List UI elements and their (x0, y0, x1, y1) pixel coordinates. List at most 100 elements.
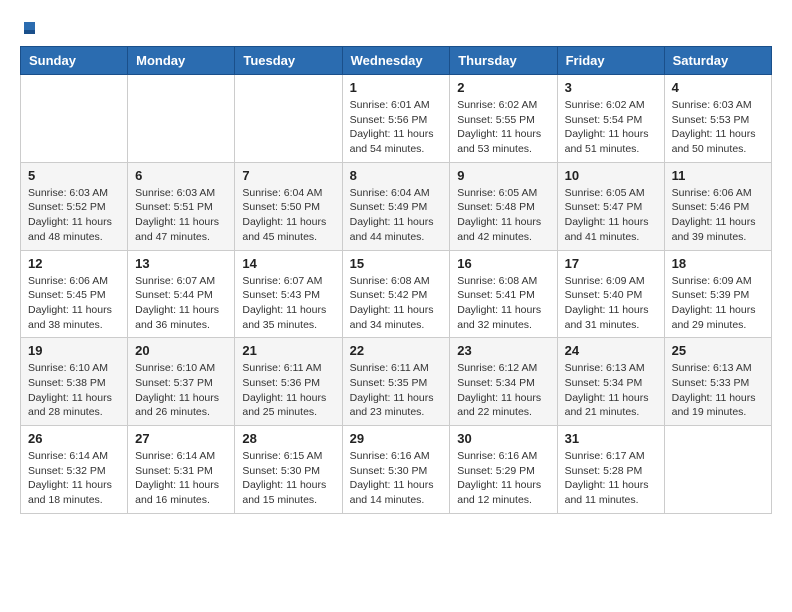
day-number: 30 (457, 431, 549, 446)
calendar-day-cell: 21Sunrise: 6:11 AM Sunset: 5:36 PM Dayli… (235, 338, 342, 426)
day-header-monday: Monday (128, 47, 235, 75)
day-number: 3 (565, 80, 657, 95)
day-info: Sunrise: 6:14 AM Sunset: 5:31 PM Dayligh… (135, 449, 227, 508)
day-number: 15 (350, 256, 443, 271)
day-info: Sunrise: 6:09 AM Sunset: 5:40 PM Dayligh… (565, 274, 657, 333)
day-number: 20 (135, 343, 227, 358)
day-number: 17 (565, 256, 657, 271)
day-info: Sunrise: 6:08 AM Sunset: 5:41 PM Dayligh… (457, 274, 549, 333)
day-number: 26 (28, 431, 120, 446)
day-header-thursday: Thursday (450, 47, 557, 75)
day-number: 6 (135, 168, 227, 183)
calendar-day-cell: 16 Sunrise: 6:08 AM Sunset: 5:41 PM Dayli… (450, 250, 557, 338)
day-info: Sunrise: 6:16 AM Sunset: 5:29 PM Dayligh… (457, 449, 549, 508)
day-number: 19 (28, 343, 120, 358)
day-number: 22 (350, 343, 443, 358)
page-header (20, 20, 772, 36)
calendar-week-row: 19 Sunrise: 6:10 AM Sunset: 5:38 PM Dayli… (21, 338, 772, 426)
day-info: Sunrise: 6:03 AM Sunset: 5:53 PM Dayligh… (672, 98, 764, 157)
calendar-day-cell: 26 Sunrise: 6:14 AM Sunset: 5:32 PM Dayli… (21, 426, 128, 514)
calendar-day-cell: 15 Sunrise: 6:08 AM Sunset: 5:42 PM Dayli… (342, 250, 450, 338)
day-info: Sunrise: 6:15 AM Sunset: 5:30 PM Dayligh… (242, 449, 334, 508)
day-info: Sunrise: 6:07 AM Sunset: 5:44 PM Dayligh… (135, 274, 227, 333)
calendar-day-cell (128, 75, 235, 163)
day-header-saturday: Saturday (664, 47, 771, 75)
calendar-day-cell: 29 Sunrise: 6:16 AM Sunset: 5:30 PM Dayli… (342, 426, 450, 514)
day-header-friday: Friday (557, 47, 664, 75)
calendar-day-cell: 14 Sunrise: 6:07 AM Sunset: 5:43 PM Dayli… (235, 250, 342, 338)
calendar-day-cell: 5 Sunrise: 6:03 AM Sunset: 5:52 PM Daylig… (21, 162, 128, 250)
day-number: 12 (28, 256, 120, 271)
calendar-table: SundayMondayTuesdayWednesdayThursdayFrid… (20, 46, 772, 514)
day-number: 8 (350, 168, 443, 183)
day-number: 16 (457, 256, 549, 271)
day-info: Sunrise: 6:06 AM Sunset: 5:46 PM Dayligh… (672, 186, 764, 245)
calendar-day-cell: 18Sunrise: 6:09 AM Sunset: 5:39 PM Dayli… (664, 250, 771, 338)
logo-flag-icon (21, 20, 37, 36)
day-info: Sunrise: 6:05 AM Sunset: 5:48 PM Dayligh… (457, 186, 549, 245)
calendar-day-cell: 9 Sunrise: 6:05 AM Sunset: 5:48 PM Daylig… (450, 162, 557, 250)
day-info: Sunrise: 6:11 AM Sunset: 5:35 PM Dayligh… (350, 361, 443, 420)
calendar-day-cell (235, 75, 342, 163)
day-info: Sunrise: 6:09 AM Sunset: 5:39 PM Dayligh… (672, 274, 764, 333)
day-number: 24 (565, 343, 657, 358)
calendar-week-row: 26 Sunrise: 6:14 AM Sunset: 5:32 PM Dayli… (21, 426, 772, 514)
day-number: 29 (350, 431, 443, 446)
day-number: 14 (242, 256, 334, 271)
day-info: Sunrise: 6:04 AM Sunset: 5:49 PM Dayligh… (350, 186, 443, 245)
calendar-day-cell: 10Sunrise: 6:05 AM Sunset: 5:47 PM Dayli… (557, 162, 664, 250)
day-info: Sunrise: 6:14 AM Sunset: 5:32 PM Dayligh… (28, 449, 120, 508)
calendar-day-cell: 13Sunrise: 6:07 AM Sunset: 5:44 PM Dayli… (128, 250, 235, 338)
calendar-day-cell: 11Sunrise: 6:06 AM Sunset: 5:46 PM Dayli… (664, 162, 771, 250)
day-info: Sunrise: 6:03 AM Sunset: 5:52 PM Dayligh… (28, 186, 120, 245)
calendar-day-cell: 6 Sunrise: 6:03 AM Sunset: 5:51 PM Daylig… (128, 162, 235, 250)
day-info: Sunrise: 6:13 AM Sunset: 5:33 PM Dayligh… (672, 361, 764, 420)
day-info: Sunrise: 6:04 AM Sunset: 5:50 PM Dayligh… (242, 186, 334, 245)
day-header-sunday: Sunday (21, 47, 128, 75)
day-info: Sunrise: 6:17 AM Sunset: 5:28 PM Dayligh… (565, 449, 657, 508)
day-info: Sunrise: 6:02 AM Sunset: 5:54 PM Dayligh… (565, 98, 657, 157)
calendar-day-cell: 23Sunrise: 6:12 AM Sunset: 5:34 PM Dayli… (450, 338, 557, 426)
calendar-day-cell: 2Sunrise: 6:02 AM Sunset: 5:55 PM Daylig… (450, 75, 557, 163)
day-info: Sunrise: 6:06 AM Sunset: 5:45 PM Dayligh… (28, 274, 120, 333)
calendar-day-cell: 7 Sunrise: 6:04 AM Sunset: 5:50 PM Daylig… (235, 162, 342, 250)
calendar-day-cell: 12 Sunrise: 6:06 AM Sunset: 5:45 PM Dayli… (21, 250, 128, 338)
calendar-day-cell: 31 Sunrise: 6:17 AM Sunset: 5:28 PM Dayli… (557, 426, 664, 514)
day-info: Sunrise: 6:03 AM Sunset: 5:51 PM Dayligh… (135, 186, 227, 245)
day-info: Sunrise: 6:07 AM Sunset: 5:43 PM Dayligh… (242, 274, 334, 333)
calendar-header-row: SundayMondayTuesdayWednesdayThursdayFrid… (21, 47, 772, 75)
day-info: Sunrise: 6:13 AM Sunset: 5:34 PM Dayligh… (565, 361, 657, 420)
calendar-day-cell: 25 Sunrise: 6:13 AM Sunset: 5:33 PM Dayli… (664, 338, 771, 426)
day-number: 2 (457, 80, 549, 95)
calendar-day-cell: 17 Sunrise: 6:09 AM Sunset: 5:40 PM Dayli… (557, 250, 664, 338)
day-number: 31 (565, 431, 657, 446)
day-number: 10 (565, 168, 657, 183)
calendar-day-cell (664, 426, 771, 514)
calendar-week-row: 1Sunrise: 6:01 AM Sunset: 5:56 PM Daylig… (21, 75, 772, 163)
calendar-day-cell: 8 Sunrise: 6:04 AM Sunset: 5:49 PM Daylig… (342, 162, 450, 250)
day-info: Sunrise: 6:08 AM Sunset: 5:42 PM Dayligh… (350, 274, 443, 333)
calendar-day-cell: 22 Sunrise: 6:11 AM Sunset: 5:35 PM Dayli… (342, 338, 450, 426)
calendar-day-cell: 28 Sunrise: 6:15 AM Sunset: 5:30 PM Dayli… (235, 426, 342, 514)
day-header-tuesday: Tuesday (235, 47, 342, 75)
day-header-wednesday: Wednesday (342, 47, 450, 75)
day-number: 7 (242, 168, 334, 183)
day-number: 28 (242, 431, 334, 446)
calendar-day-cell: 24 Sunrise: 6:13 AM Sunset: 5:34 PM Dayli… (557, 338, 664, 426)
day-number: 25 (672, 343, 764, 358)
day-number: 1 (350, 80, 443, 95)
day-number: 4 (672, 80, 764, 95)
day-info: Sunrise: 6:10 AM Sunset: 5:37 PM Dayligh… (135, 361, 227, 420)
day-info: Sunrise: 6:10 AM Sunset: 5:38 PM Dayligh… (28, 361, 120, 420)
day-number: 5 (28, 168, 120, 183)
day-info: Sunrise: 6:11 AM Sunset: 5:36 PM Dayligh… (242, 361, 334, 420)
day-number: 23 (457, 343, 549, 358)
calendar-week-row: 12 Sunrise: 6:06 AM Sunset: 5:45 PM Dayli… (21, 250, 772, 338)
day-info: Sunrise: 6:16 AM Sunset: 5:30 PM Dayligh… (350, 449, 443, 508)
calendar-day-cell: 30 Sunrise: 6:16 AM Sunset: 5:29 PM Dayli… (450, 426, 557, 514)
day-number: 9 (457, 168, 549, 183)
logo (20, 20, 38, 36)
calendar-week-row: 5 Sunrise: 6:03 AM Sunset: 5:52 PM Daylig… (21, 162, 772, 250)
calendar-day-cell: 27Sunrise: 6:14 AM Sunset: 5:31 PM Dayli… (128, 426, 235, 514)
calendar-day-cell: 1Sunrise: 6:01 AM Sunset: 5:56 PM Daylig… (342, 75, 450, 163)
